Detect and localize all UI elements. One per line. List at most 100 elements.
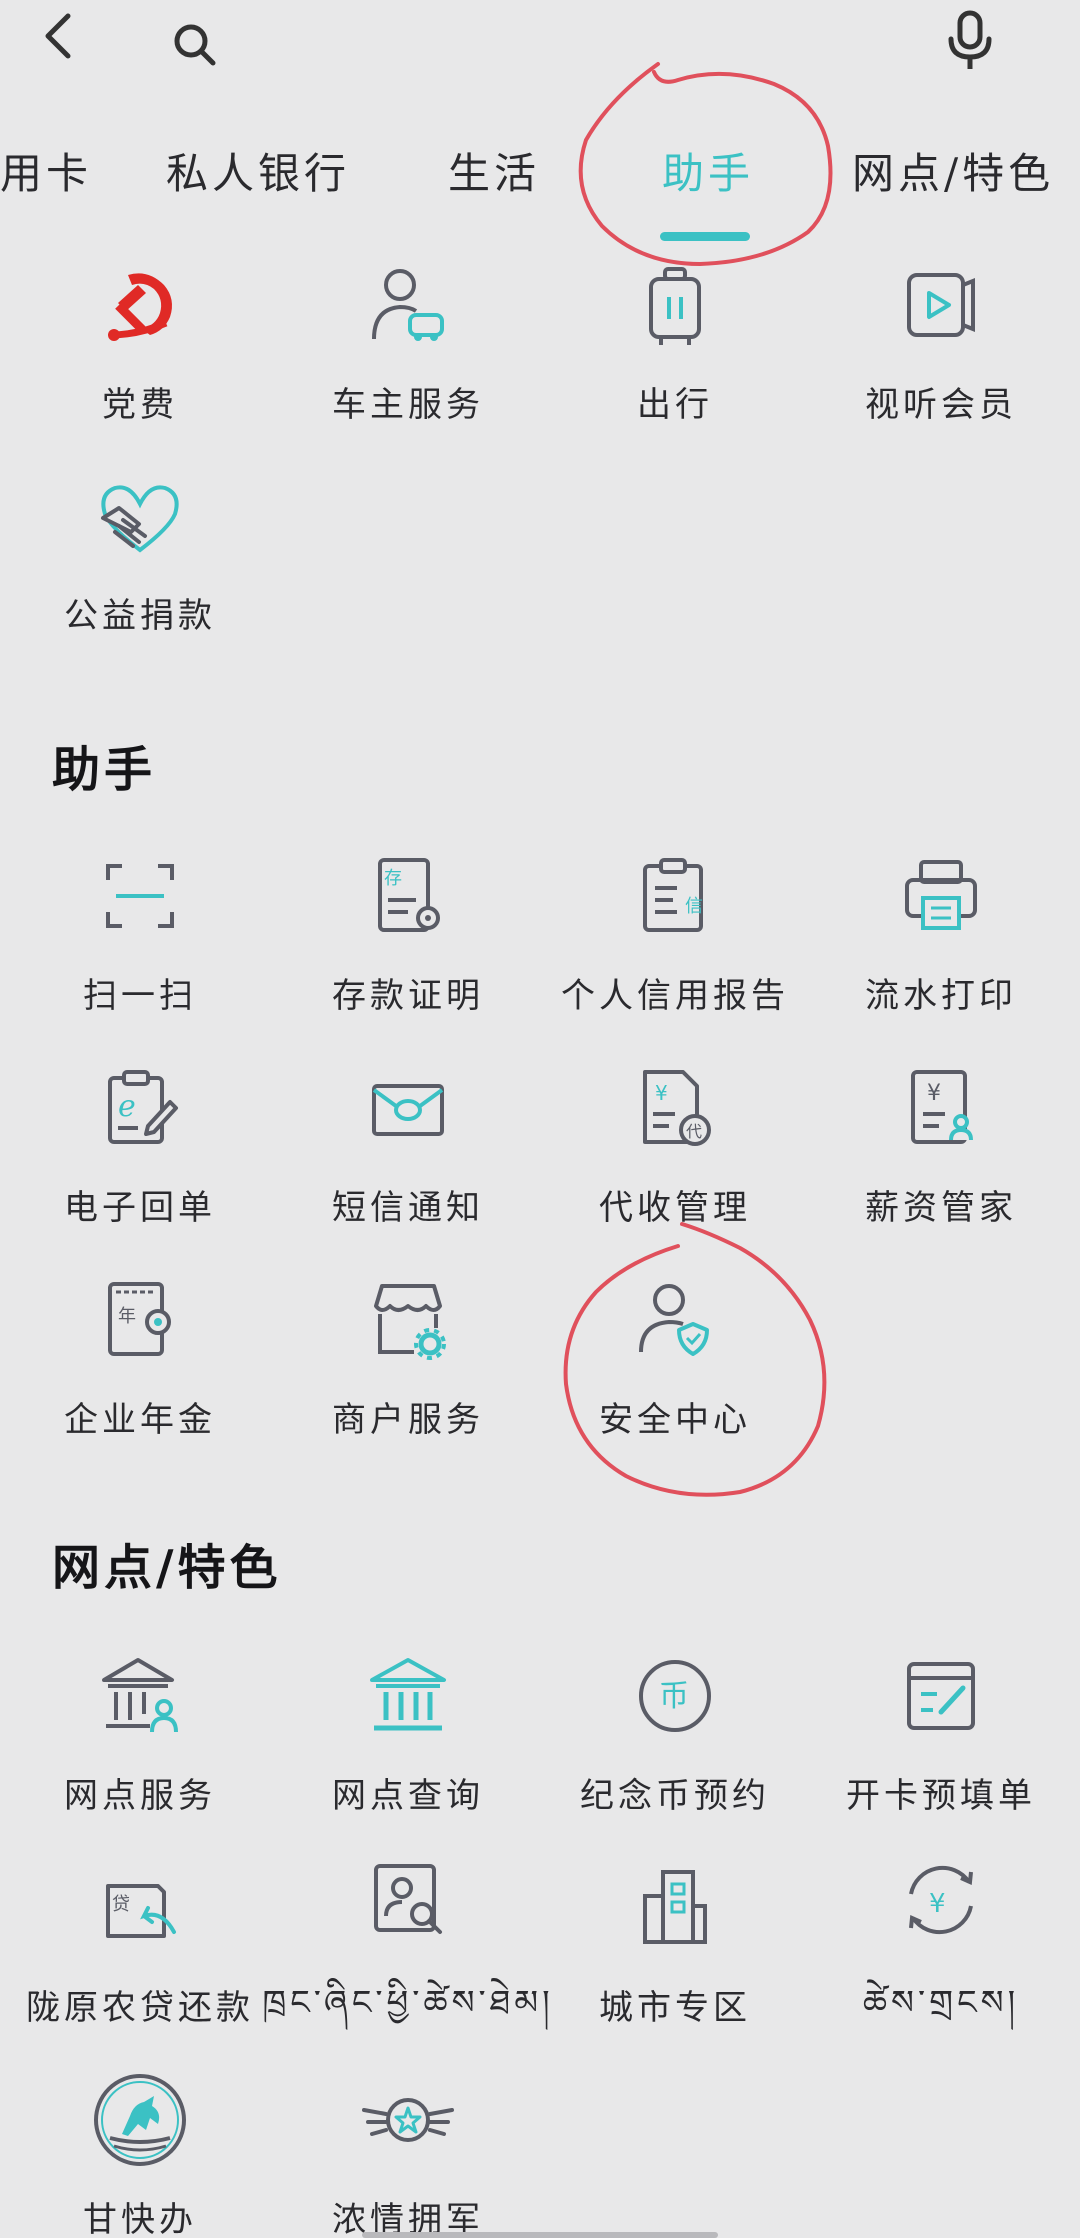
grid-item-label: 扫一扫 <box>83 976 197 1016</box>
bank-building-icon <box>358 1646 458 1746</box>
charity-handshake-icon <box>90 466 190 566</box>
merchant-store-icon <box>358 1270 458 1370</box>
grid-item-deposit-certificate[interactable]: 存 存款证明 <box>273 846 543 1046</box>
grid-item-label: 个人信用报告 <box>561 976 789 1016</box>
credit-report-icon: 信 <box>625 846 725 946</box>
grid-item-collection-management[interactable]: ¥ 代 代收管理 <box>540 1058 810 1258</box>
grid-item-salary-steward[interactable]: ¥ 薪资管家 <box>806 1058 1076 1258</box>
tab-outlet-features[interactable]: 网点/特色 <box>852 140 1054 201</box>
grid-item-label: 存款证明 <box>332 976 484 1016</box>
search-icon <box>174 24 216 66</box>
tab-card[interactable]: 用卡 <box>0 140 92 201</box>
video-play-icon <box>891 255 991 355</box>
microphone-icon <box>948 10 992 69</box>
security-user-shield-icon <box>625 1270 725 1370</box>
grid-item-scan[interactable]: 扫一扫 <box>5 846 275 1046</box>
tab-life[interactable]: 生活 <box>448 140 540 201</box>
bank-branch-user-icon <box>90 1646 190 1746</box>
grid-item-label: 网点服务 <box>64 1776 216 1816</box>
loan-repay-icon: 贷 <box>90 1858 190 1958</box>
grid-item-label: 企业年金 <box>64 1400 216 1440</box>
svg-text:¥: ¥ <box>927 1081 941 1106</box>
svg-text:e: e <box>118 1089 136 1124</box>
svg-text:代: 代 <box>686 1122 702 1141</box>
grid-item-label: 电子回单 <box>64 1188 216 1228</box>
grid-item-label: 短信通知 <box>332 1188 484 1228</box>
military-star-icon <box>358 2070 458 2170</box>
search-button[interactable] <box>160 10 230 80</box>
grid-item-av-membership[interactable]: 视听会员 <box>806 255 1076 455</box>
grid-item-merchant-service[interactable]: 商户服务 <box>273 1270 543 1470</box>
printer-icon <box>891 846 991 946</box>
home-indicator[interactable] <box>362 2232 718 2238</box>
grid-item-support-military[interactable]: 浓情拥军 <box>273 2070 543 2238</box>
grid-item-car-owner[interactable]: 车主服务 <box>273 255 543 455</box>
profile-search-icon <box>358 1858 458 1942</box>
grid-item-branch-service[interactable]: 网点服务 <box>5 1646 275 1846</box>
grid-item-label: 薪资管家 <box>865 1188 1017 1228</box>
grid-item-branch-query[interactable]: 网点查询 <box>273 1646 543 1846</box>
annuity-icon: 年 <box>90 1270 190 1370</box>
grid-item-enterprise-annuity[interactable]: 年 企业年金 <box>5 1270 275 1470</box>
grid-item-city-zone[interactable]: 城市专区 <box>540 1858 810 2058</box>
grid-item-e-receipt[interactable]: e 电子回单 <box>5 1058 275 1258</box>
party-emblem-icon <box>90 255 190 355</box>
grid-item-label: 纪念币预约 <box>580 1776 770 1816</box>
app-screen: 用卡 私人银行 生活 助手 网点/特色 党费 车主服务 出行 视听会员 公益捐款… <box>0 0 1080 2238</box>
voice-button[interactable] <box>940 6 1000 76</box>
category-tabs: 用卡 私人银行 生活 助手 网点/特色 <box>0 120 1080 260</box>
luggage-icon <box>625 255 725 355</box>
grid-item-label: 代收管理 <box>599 1188 751 1228</box>
grid-item-card-prefill[interactable]: 开卡预填单 <box>806 1646 1076 1846</box>
tab-assistant[interactable]: 助手 <box>662 140 754 201</box>
grid-item-label: 公益捐款 <box>64 596 216 636</box>
grid-item-label: 党费 <box>102 385 178 425</box>
grid-item-security-center[interactable]: 安全中心 <box>540 1270 810 1470</box>
svg-text:信: 信 <box>685 896 703 917</box>
grid-item-tibetan-exchange[interactable]: ¥ ཚེས་གྲངས། <box>806 1858 1076 2058</box>
grid-item-charity-donation[interactable]: 公益捐款 <box>5 466 275 666</box>
grid-item-statement-print[interactable]: 流水打印 <box>806 846 1076 1046</box>
svg-text:年: 年 <box>118 1306 136 1327</box>
top-bar <box>0 0 1080 120</box>
scan-icon <box>90 846 190 946</box>
horse-emblem-icon <box>90 2070 190 2170</box>
grid-item-party-fee[interactable]: 党费 <box>5 255 275 455</box>
svg-text:币: 币 <box>659 1679 689 1714</box>
svg-text:贷: 贷 <box>112 1894 130 1915</box>
grid-item-label: 出行 <box>637 385 713 425</box>
grid-item-label: 流水打印 <box>865 976 1017 1016</box>
city-building-icon <box>625 1858 725 1958</box>
grid-item-label: ཚེས་གྲངས། <box>862 1983 1020 2023</box>
grid-item-longyuan-loan-repay[interactable]: 贷 陇原农贷还款 <box>5 1858 275 2058</box>
tab-private-banking[interactable]: 私人银行 <box>166 140 350 201</box>
yuan-exchange-icon: ¥ <box>891 1858 991 1942</box>
grid-item-sms-notification[interactable]: 短信通知 <box>273 1058 543 1258</box>
grid-item-label: 商户服务 <box>332 1400 484 1440</box>
grid-item-label: 视听会员 <box>865 385 1017 425</box>
active-tab-indicator <box>660 232 750 241</box>
back-button[interactable] <box>28 6 88 66</box>
grid-item-credit-report[interactable]: 信 个人信用报告 <box>540 846 810 1046</box>
chevron-left-icon <box>45 13 71 59</box>
grid-item-gan-kuai-ban[interactable]: 甘快办 <box>5 2070 275 2238</box>
grid-item-label: 车主服务 <box>332 385 484 425</box>
grid-item-label: 网点查询 <box>332 1776 484 1816</box>
grid-item-label: 城市专区 <box>599 1988 751 2028</box>
deposit-certificate-icon: 存 <box>358 846 458 946</box>
grid-item-label: ཁྲང་ཞིང་ཕྱི་ཚེས་ཐེམ། <box>262 1983 554 2023</box>
salary-icon: ¥ <box>891 1058 991 1158</box>
grid-item-label: 开卡预填单 <box>846 1776 1036 1816</box>
grid-item-label: 安全中心 <box>599 1400 751 1440</box>
grid-item-label: 甘快办 <box>83 2200 197 2238</box>
section-title-assistant: 助手 <box>52 742 157 798</box>
grid-item-commemorative-coin[interactable]: 币 纪念币预约 <box>540 1646 810 1846</box>
grid-item-tibetan-profile-search[interactable]: ཁྲང་ཞིང་ཕྱི་ཚེས་ཐེམ། <box>262 1858 550 2058</box>
section-title-outlet-features: 网点/特色 <box>52 1540 282 1596</box>
collection-management-icon: ¥ 代 <box>625 1058 725 1158</box>
svg-text:存: 存 <box>384 868 402 889</box>
coin-icon: 币 <box>625 1646 725 1746</box>
grid-item-travel[interactable]: 出行 <box>540 255 810 455</box>
grid-item-label: 陇原农贷还款 <box>26 1988 254 2028</box>
form-edit-icon <box>891 1646 991 1746</box>
